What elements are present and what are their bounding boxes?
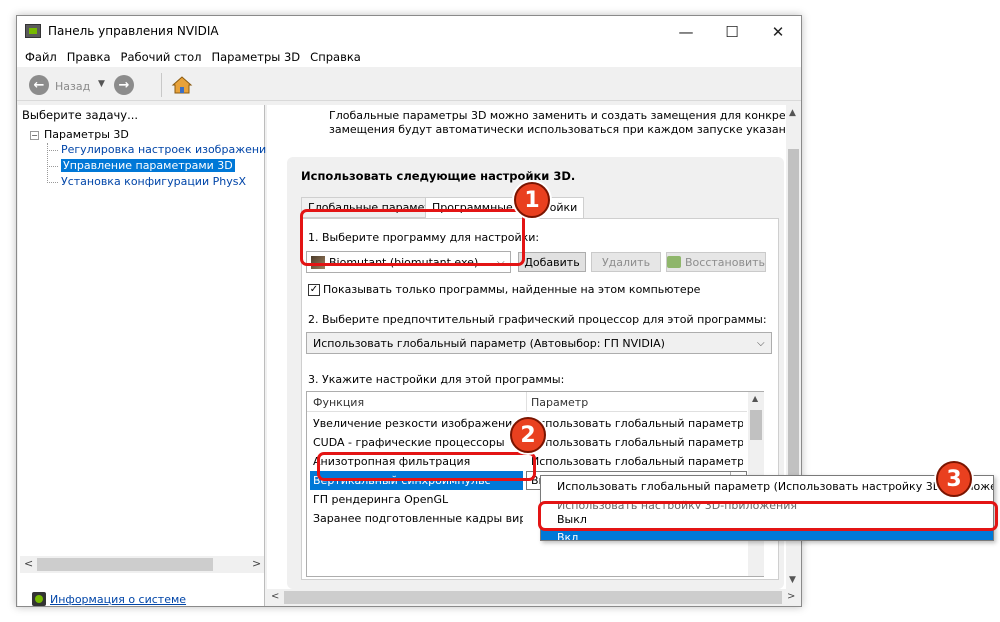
forward-arrow-icon[interactable]: → <box>114 75 134 95</box>
add-button[interactable]: Добавить <box>518 252 586 272</box>
scroll-up-icon[interactable]: ▲ <box>752 394 758 403</box>
close-button[interactable]: ✕ <box>755 16 801 47</box>
task-pane: Выберите задачу... − Параметры 3D Регули… <box>18 105 270 606</box>
step3-label: 3. Укажите настройки для этой программы: <box>308 373 565 386</box>
show-only-label: Показывать только программы, найденные н… <box>323 283 701 296</box>
grid-header: Функция Параметр <box>307 392 747 412</box>
show-only-checkbox[interactable]: ✓ <box>308 284 320 296</box>
scroll-right-icon[interactable]: > <box>787 591 795 602</box>
back-arrow-icon[interactable]: ← <box>29 75 49 95</box>
collapse-toggle-icon[interactable]: − <box>30 131 39 140</box>
system-info-link[interactable]: Информация о системе <box>50 593 186 606</box>
scroll-up-icon[interactable]: ▲ <box>789 108 796 118</box>
vsync-option-global[interactable]: Использовать глобальный параметр (Исполь… <box>541 477 993 496</box>
annotation-off-highlight <box>538 501 998 531</box>
window-title: Панель управления NVIDIA <box>48 24 219 38</box>
system-info-icon <box>32 592 46 606</box>
tree-node-3d-settings[interactable]: − Параметры 3D <box>30 128 270 143</box>
menu-3d-settings[interactable]: Параметры 3D <box>211 50 300 64</box>
task-tree: − Параметры 3D Регулировка настроек изоб… <box>30 128 270 191</box>
content-horizontal-scrollbar[interactable]: < > <box>267 589 801 606</box>
section-title: Использовать следующие настройки 3D. <box>301 169 576 183</box>
menu-edit[interactable]: Правка <box>67 50 111 64</box>
restore-button[interactable]: Восстановить <box>666 252 766 272</box>
step2-label: 2. Выберите предпочтительный графический… <box>308 313 767 326</box>
toolbar-divider <box>161 73 162 97</box>
tree-item-physx[interactable]: Установка конфигурации PhysX <box>30 175 270 191</box>
scroll-left-icon[interactable]: < <box>271 591 279 602</box>
menu-desktop[interactable]: Рабочий стол <box>121 50 202 64</box>
history-dropdown-icon[interactable]: ▼ <box>98 79 105 89</box>
system-info: Информация о системе <box>32 592 186 606</box>
task-header: Выберите задачу... <box>22 108 139 122</box>
title-bar: Панель управления NVIDIA — ☐ ✕ <box>17 16 801 47</box>
annotation-badge-1: 1 <box>514 182 550 218</box>
tree-node-label: Параметры 3D <box>44 128 129 141</box>
annotation-vsync-highlight <box>317 452 536 481</box>
menu-file[interactable]: Файл <box>25 50 57 64</box>
scroll-down-icon[interactable]: ▼ <box>789 575 796 585</box>
chevron-down-icon: ⌵ <box>757 338 765 349</box>
column-feature: Функция <box>313 396 365 409</box>
menu-bar: Файл Правка Рабочий стол Параметры 3D Сп… <box>17 47 801 67</box>
back-button-label[interactable]: Назад <box>55 80 90 93</box>
annotation-program-highlight <box>300 209 525 266</box>
nvidia-app-icon <box>25 24 41 38</box>
gpu-select[interactable]: Использовать глобальный параметр (Автовы… <box>306 332 772 354</box>
intro-text: Глобальные параметры 3D можно заменить и… <box>329 109 799 136</box>
scroll-right-icon[interactable]: > <box>252 557 261 570</box>
restore-icon <box>667 256 682 268</box>
tree-item-image-settings[interactable]: Регулировка настроек изображения с пр <box>30 143 270 159</box>
annotation-badge-3: 3 <box>936 461 972 497</box>
maximize-button[interactable]: ☐ <box>709 16 755 47</box>
remove-button[interactable]: Удалить <box>591 252 661 272</box>
home-icon[interactable] <box>171 75 193 95</box>
minimize-button[interactable]: — <box>663 16 709 47</box>
scroll-left-icon[interactable]: < <box>24 557 33 570</box>
toolbar: ← Назад ▼ → <box>17 67 801 101</box>
column-setting: Параметр <box>531 396 589 409</box>
task-pane-horizontal-scrollbar[interactable]: < > <box>20 556 264 573</box>
menu-help[interactable]: Справка <box>310 50 361 64</box>
tree-item-manage-3d[interactable]: Управление параметрами 3D <box>30 159 270 175</box>
annotation-badge-2: 2 <box>510 417 546 453</box>
